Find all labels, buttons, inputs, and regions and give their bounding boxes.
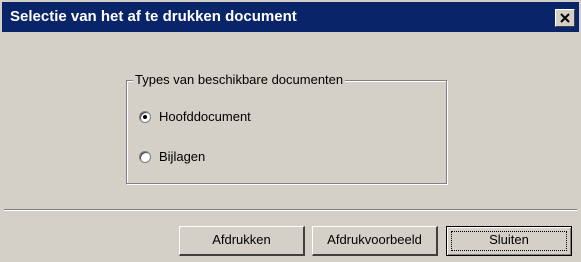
document-types-group: Types van beschikbare documenten Hoofddo… bbox=[126, 72, 447, 184]
print-preview-button[interactable]: Afdrukvoorbeeld bbox=[312, 226, 438, 256]
title-bar[interactable]: Selectie van het af te drukken document bbox=[2, 2, 579, 32]
radio-button-bijlagen[interactable] bbox=[139, 151, 151, 163]
radio-button-hoofddocument[interactable] bbox=[139, 111, 151, 123]
print-button[interactable]: Afdrukken bbox=[179, 226, 305, 256]
dialog-window: Selectie van het af te drukken document … bbox=[0, 0, 581, 262]
close-dialog-label: Sluiten bbox=[489, 232, 529, 247]
radio-option-bijlagen[interactable]: Bijlagen bbox=[139, 149, 205, 165]
radio-selected-dot bbox=[143, 115, 147, 119]
radio-label-hoofddocument: Hoofddocument bbox=[159, 109, 251, 124]
group-legend: Types van beschikbare documenten bbox=[133, 72, 346, 88]
radio-label-bijlagen: Bijlagen bbox=[159, 149, 206, 164]
close-button[interactable] bbox=[555, 9, 575, 27]
dialog-title: Selectie van het af te drukken document bbox=[10, 8, 297, 25]
close-dialog-button[interactable]: Sluiten bbox=[446, 226, 572, 256]
radio-option-hoofddocument[interactable]: Hoofddocument bbox=[139, 109, 251, 125]
separator-line bbox=[4, 209, 577, 211]
